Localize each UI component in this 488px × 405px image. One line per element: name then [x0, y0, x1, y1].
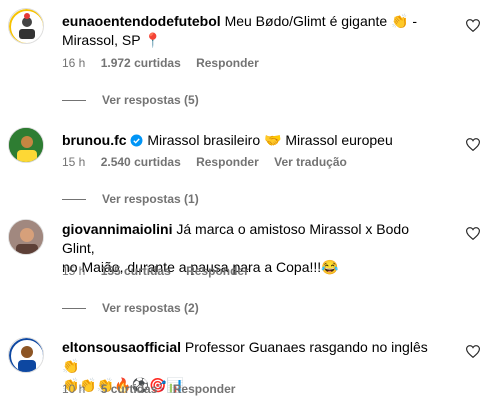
username[interactable]: brunou.fc	[62, 132, 127, 148]
comment-meta: 15 h 155 curtidas Responder	[62, 264, 261, 278]
comment-meta: 16 h 1.972 curtidas Responder	[62, 56, 271, 70]
verified-badge-icon	[130, 134, 143, 147]
comment-body: eunaoentendodefutebol Meu Bødo/Glimt é g…	[62, 12, 432, 50]
likes-count[interactable]: 155 curtidas	[101, 264, 171, 278]
avatar[interactable]	[8, 127, 44, 163]
comment-text: Mirassol brasileiro 🤝 Mirassol europeu	[147, 132, 393, 148]
heart-icon[interactable]	[466, 19, 480, 32]
view-replies-label: Ver respostas (2)	[102, 301, 199, 315]
view-replies-label: Ver respostas (1)	[102, 192, 199, 206]
avatar[interactable]	[8, 8, 44, 44]
heart-icon[interactable]	[466, 345, 480, 358]
likes-count[interactable]: 5 curtidas	[101, 382, 158, 396]
reply-button[interactable]: Responder	[196, 56, 259, 70]
username[interactable]: eunaoentendodefutebol	[62, 13, 221, 29]
view-replies-button[interactable]: Ver respostas (2)	[62, 301, 199, 315]
likes-count[interactable]: 2.540 curtidas	[101, 155, 181, 169]
translate-button[interactable]: Ver tradução	[274, 155, 347, 169]
comment-meta: 15 h 2.540 curtidas Responder Ver traduç…	[62, 155, 359, 169]
username[interactable]: giovannimaiolini	[62, 221, 172, 237]
heart-icon[interactable]	[466, 138, 480, 151]
avatar[interactable]	[8, 337, 44, 373]
timestamp: 10 h	[62, 382, 86, 396]
reply-button[interactable]: Responder	[186, 264, 249, 278]
view-replies-button[interactable]: Ver respostas (5)	[62, 93, 199, 107]
timestamp: 15 h	[62, 264, 86, 278]
view-replies-button[interactable]: Ver respostas (1)	[62, 192, 199, 206]
comment-meta: 10 h 5 curtidas Responder	[62, 382, 247, 396]
divider	[62, 307, 86, 309]
comment-body: brunou.fc Mirassol brasileiro 🤝 Mirassol…	[62, 131, 432, 150]
timestamp: 16 h	[62, 56, 86, 70]
reply-button[interactable]: Responder	[196, 155, 259, 169]
reply-button[interactable]: Responder	[173, 382, 236, 396]
avatar[interactable]	[8, 219, 44, 255]
divider	[62, 99, 86, 101]
heart-icon[interactable]	[466, 227, 480, 240]
divider	[62, 198, 86, 200]
view-replies-label: Ver respostas (5)	[102, 93, 199, 107]
timestamp: 15 h	[62, 155, 86, 169]
comment-text: Meu Bødo/Glimt é gigante 👏 -	[224, 13, 418, 29]
likes-count[interactable]: 1.972 curtidas	[101, 56, 181, 70]
username[interactable]: eltonsousaofficial	[62, 339, 181, 355]
comment-text: Mirassol, SP 📍	[62, 32, 162, 48]
